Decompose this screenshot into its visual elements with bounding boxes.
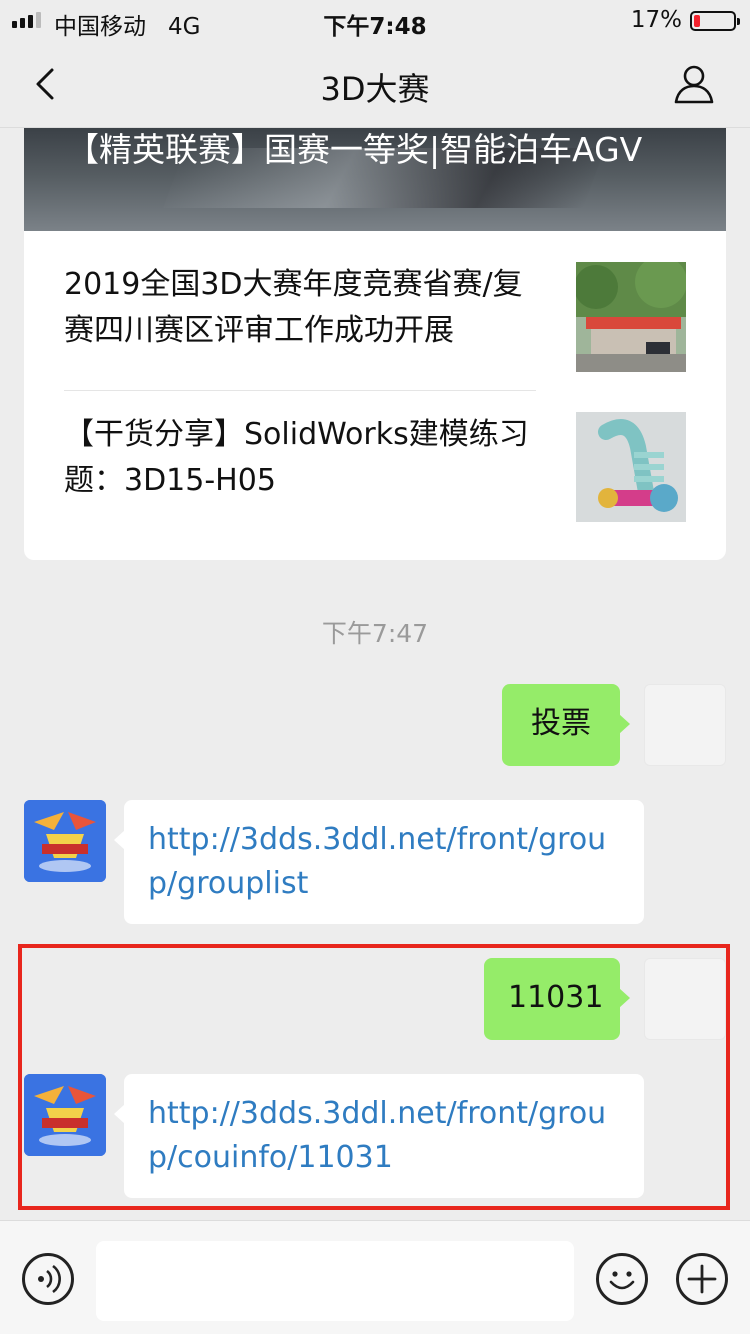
- battery-icon: [690, 11, 740, 31]
- message-text: 投票: [531, 706, 591, 741]
- self-avatar[interactable]: [644, 684, 726, 766]
- plus-icon[interactable]: [676, 1253, 728, 1305]
- voice-icon[interactable]: [22, 1253, 74, 1305]
- article-thumbnail: [576, 412, 686, 522]
- article-thumbnail: [576, 262, 686, 372]
- article-card[interactable]: 【精英联赛】国赛一等奖|智能泊车AGV 2019全国3D大赛年度竞赛省赛/复赛四…: [24, 128, 726, 560]
- status-bar: 中国移动 4G 下午7:48 17%: [0, 0, 750, 40]
- bot-avatar[interactable]: [24, 800, 106, 882]
- article-list-item[interactable]: 【干货分享】SolidWorks建模练习题：3D15-H05: [64, 412, 686, 560]
- bot-logo-icon: [24, 800, 106, 882]
- article-item-title: 【干货分享】SolidWorks建模练习题：3D15-H05: [64, 417, 529, 498]
- bot-avatar[interactable]: [24, 1074, 106, 1156]
- chat-timestamp: 下午7:47: [321, 619, 429, 648]
- article-divider: [64, 390, 536, 391]
- message-input[interactable]: [96, 1241, 574, 1321]
- article-cover-image[interactable]: 【精英联赛】国赛一等奖|智能泊车AGV: [24, 128, 726, 231]
- input-bar: [0, 1220, 750, 1334]
- message-bubble-bot[interactable]: http://3dds.3ddl.net/front/group/couinfo…: [114, 1074, 644, 1198]
- self-avatar[interactable]: [644, 958, 726, 1040]
- message-bubble-self[interactable]: 投票: [502, 684, 630, 766]
- nav-bar: 3D大赛: [0, 40, 750, 128]
- person-icon[interactable]: [672, 62, 716, 106]
- bot-logo-icon: [24, 1074, 106, 1156]
- battery-percent: 17%: [630, 7, 682, 33]
- message-bubble-self[interactable]: 11031: [484, 958, 630, 1040]
- message-link[interactable]: http://3dds.3ddl.net/front/group/couinfo…: [148, 1096, 606, 1175]
- chat-title: 3D大赛: [320, 70, 430, 108]
- message-text: 11031: [508, 980, 604, 1015]
- message-link[interactable]: http://3dds.3ddl.net/front/group/groupli…: [148, 822, 606, 901]
- emoji-icon[interactable]: [596, 1253, 648, 1305]
- battery-level: [694, 15, 700, 27]
- article-item-title: 2019全国3D大赛年度竞赛省赛/复赛四川赛区评审工作成功开展: [64, 267, 523, 348]
- message-bubble-bot[interactable]: http://3dds.3ddl.net/front/group/groupli…: [114, 800, 644, 924]
- article-cover-title: 【精英联赛】国赛一等奖|智能泊车AGV: [66, 130, 643, 169]
